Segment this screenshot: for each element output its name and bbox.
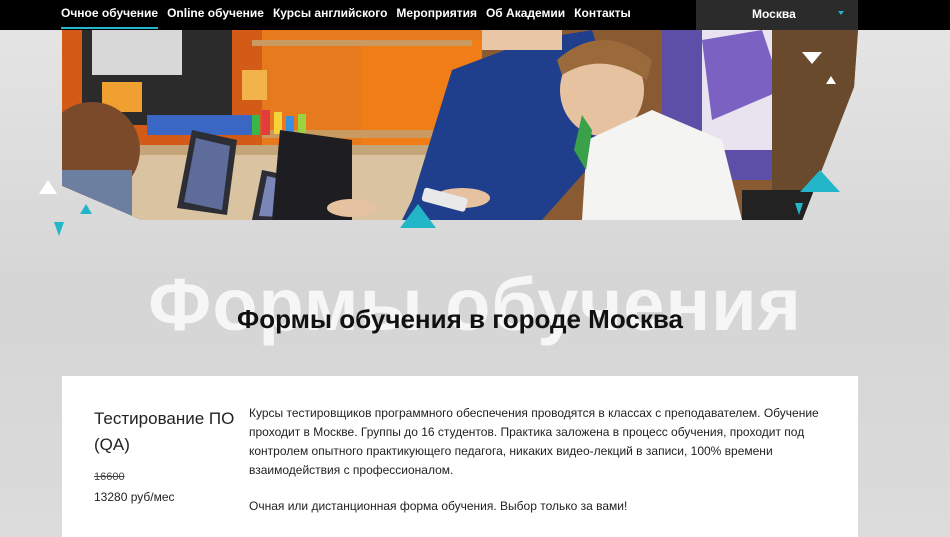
page-title: Формы обучения в городе Москва xyxy=(237,304,683,334)
current-price: 13280 руб/мес xyxy=(94,490,175,504)
decorative-triangle-icon xyxy=(80,204,92,214)
chevron-down-icon xyxy=(838,11,844,15)
hero-photo xyxy=(62,30,858,220)
nav-item-events[interactable]: Мероприятия xyxy=(396,0,477,30)
nav-item-contacts[interactable]: Контакты xyxy=(574,0,631,30)
decorative-triangle-icon xyxy=(54,222,64,236)
top-navigation-bar: Очное обучение Online обучение Курсы анг… xyxy=(0,0,950,30)
decorative-triangle-icon xyxy=(795,203,803,215)
decorative-triangle-icon xyxy=(39,180,57,194)
nav-item-offline-learning[interactable]: Очное обучение xyxy=(61,0,159,30)
course-description: Курсы тестировщиков программного обеспеч… xyxy=(249,406,819,477)
old-price: 16600 xyxy=(94,471,125,483)
nav-item-about[interactable]: Об Академии xyxy=(486,0,565,30)
course-card: Тестирование ПО (QA) 16600 13280 руб/мес… xyxy=(62,376,858,537)
city-selector[interactable]: Москва xyxy=(696,0,858,30)
decorative-triangle-icon xyxy=(802,52,822,64)
decorative-triangle-icon xyxy=(826,76,836,84)
main-menu: Очное обучение Online обучение Курсы анг… xyxy=(61,0,640,30)
course-title[interactable]: Тестирование ПО (QA) xyxy=(94,406,244,458)
nav-item-english-courses[interactable]: Курсы английского xyxy=(273,0,387,30)
hero-photo-illustration xyxy=(62,30,858,220)
course-note: Очная или дистанционная форма обучения. … xyxy=(249,499,628,513)
nav-item-online-learning[interactable]: Online обучение xyxy=(167,0,264,30)
decorative-triangle-icon xyxy=(400,204,436,228)
city-selector-label: Москва xyxy=(752,7,796,21)
decorative-triangle-icon xyxy=(800,170,840,192)
